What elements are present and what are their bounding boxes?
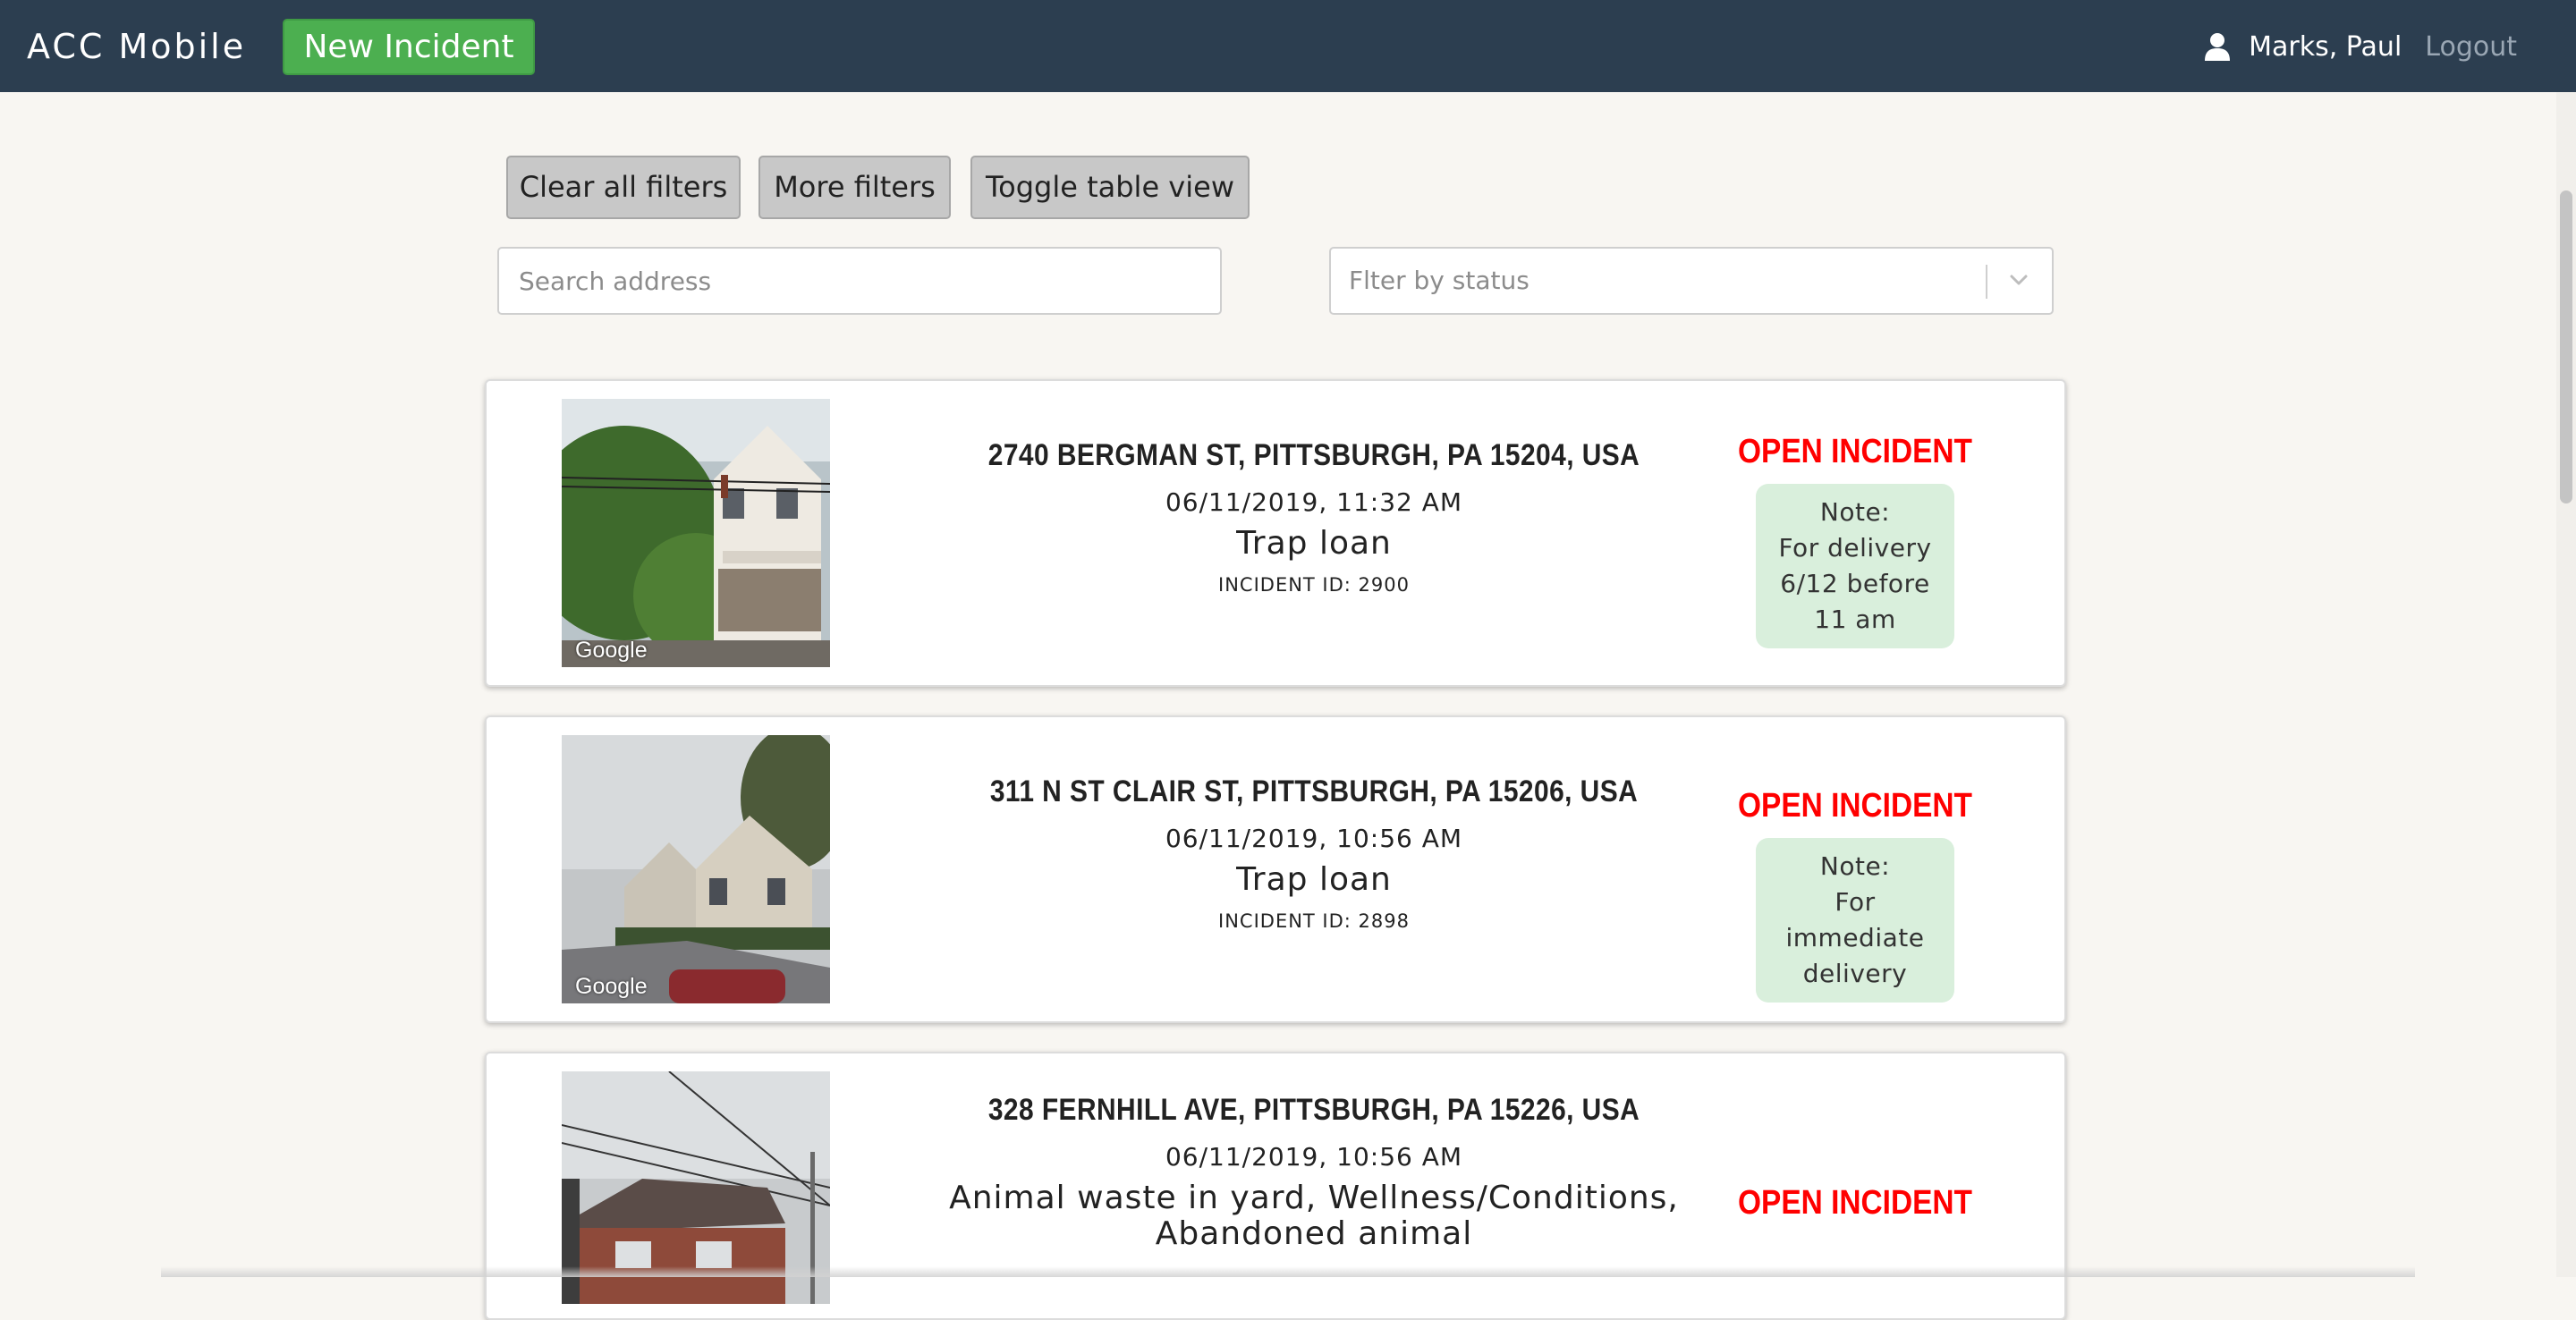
note-text: For delivery 6/12 before 11 am	[1778, 533, 1932, 634]
toggle-table-view-button[interactable]: Toggle table view	[970, 156, 1250, 219]
incident-note: Note: For immediate delivery	[1756, 838, 1954, 1003]
incident-card[interactable]: Google 2740 BERGMAN ST, PITTSBURGH, PA 1…	[485, 379, 2066, 687]
app-brand[interactable]: ACC Mobile	[27, 21, 246, 72]
incident-id: INCIDENT ID: 2898	[1218, 910, 1410, 932]
incident-type: Trap loan	[1236, 861, 1392, 898]
incident-address[interactable]: 328 FERNHILL AVE, PITTSBURGH, PA 15226, …	[948, 1093, 1680, 1128]
incident-note: Note: For delivery 6/12 before 11 am	[1756, 484, 1954, 648]
incident-status-block: OPEN INCIDENT	[1721, 1184, 1989, 1223]
user-area: Marks, Paul Logout	[2204, 21, 2517, 72]
scrollbar-thumb[interactable]	[2560, 190, 2572, 503]
chevron-down-icon[interactable]	[2005, 267, 2032, 293]
incident-address[interactable]: 2740 BERGMAN ST, PITTSBURGH, PA 15204, U…	[948, 438, 1680, 473]
incident-details: 328 FERNHILL AVE, PITTSBURGH, PA 15226, …	[898, 1093, 1730, 1252]
status-badge: OPEN INCIDENT	[1738, 787, 1972, 825]
status-filter-placeholder: Flter by status	[1349, 266, 1530, 295]
bottom-shadow	[161, 1266, 2415, 1277]
user-name: Marks, Paul	[2249, 30, 2402, 63]
note-text: For immediate delivery	[1785, 887, 1925, 988]
incident-id: INCIDENT ID: 2900	[1218, 574, 1410, 596]
more-filters-button[interactable]: More filters	[758, 156, 951, 219]
status-badge: OPEN INCIDENT	[1738, 433, 1972, 470]
street-view-image: Google	[562, 399, 830, 667]
note-label: Note:	[1819, 497, 1891, 527]
logout-link[interactable]: Logout	[2425, 31, 2517, 63]
clear-filters-button[interactable]: Clear all filters	[506, 156, 741, 219]
status-filter-select[interactable]: Flter by status	[1329, 247, 2054, 315]
incident-details: 2740 BERGMAN ST, PITTSBURGH, PA 15204, U…	[898, 438, 1730, 596]
image-credit: Google	[575, 974, 648, 999]
note-label: Note:	[1819, 851, 1891, 881]
incident-details: 311 N ST CLAIR ST, PITTSBURGH, PA 15206,…	[898, 774, 1730, 932]
incident-card[interactable]: Google 311 N ST CLAIR ST, PITTSBURGH, PA…	[485, 715, 2066, 1023]
status-badge: OPEN INCIDENT	[1738, 1184, 1972, 1222]
image-credit: Google	[575, 638, 648, 663]
incident-type: Animal waste in yard, Wellness/Condition…	[949, 1180, 1679, 1252]
incident-address[interactable]: 311 N ST CLAIR ST, PITTSBURGH, PA 15206,…	[948, 774, 1680, 809]
new-incident-button[interactable]: New Incident	[283, 19, 535, 75]
search-address-input[interactable]	[497, 247, 1222, 315]
incident-card[interactable]: 328 FERNHILL AVE, PITTSBURGH, PA 15226, …	[485, 1052, 2066, 1320]
scrollbar[interactable]	[2556, 92, 2576, 1277]
incident-datetime: 06/11/2019, 10:56 AM	[1165, 1142, 1463, 1172]
select-divider	[1986, 265, 1987, 299]
incident-type: Trap loan	[1236, 525, 1392, 562]
navbar: ACC Mobile New Incident Marks, Paul Logo…	[0, 0, 2576, 92]
user-icon	[2204, 32, 2231, 61]
incident-datetime: 06/11/2019, 10:56 AM	[1165, 824, 1463, 853]
incident-status-block: OPEN INCIDENT Note: For delivery 6/12 be…	[1721, 433, 1989, 648]
incident-datetime: 06/11/2019, 11:32 AM	[1165, 487, 1463, 517]
street-view-image: Google	[562, 735, 830, 1003]
incident-status-block: OPEN INCIDENT Note: For immediate delive…	[1721, 787, 1989, 1003]
